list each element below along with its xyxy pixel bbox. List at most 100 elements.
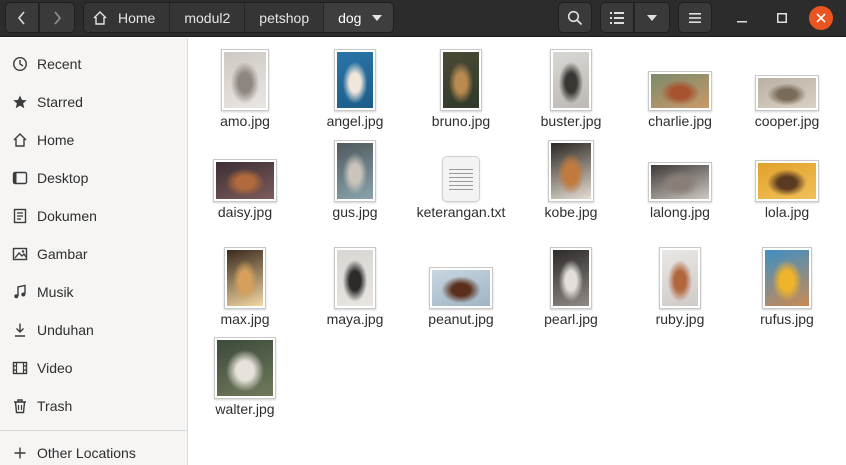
file-name: lalong.jpg: [650, 204, 710, 220]
chevron-down-icon: [647, 14, 657, 21]
file-item-cooper[interactable]: cooper.jpg: [735, 48, 839, 130]
file-item-gus[interactable]: gus.jpg: [303, 139, 407, 221]
list-view-button[interactable]: [600, 2, 634, 33]
sidebar-item-label: Desktop: [37, 170, 89, 186]
image-thumbnail: [334, 247, 376, 309]
file-item-amo[interactable]: amo.jpg: [193, 48, 297, 130]
forward-button[interactable]: [39, 2, 75, 33]
image-thumbnail: [755, 75, 819, 111]
sidebar-item-desktop[interactable]: Desktop: [0, 161, 187, 195]
file-name: peanut.jpg: [428, 311, 494, 327]
file-item-pearl[interactable]: pearl.jpg: [519, 246, 623, 328]
file-item-charlie[interactable]: charlie.jpg: [628, 48, 732, 130]
maximize-icon: [777, 13, 787, 23]
image-thumbnail: [334, 49, 376, 111]
file-name: keterangan.txt: [416, 204, 506, 220]
file-item-walter[interactable]: walter.jpg: [193, 336, 297, 418]
file-name: daisy.jpg: [217, 204, 273, 220]
file-name: max.jpg: [220, 311, 270, 327]
file-item-angel[interactable]: angel.jpg: [303, 48, 407, 130]
image-thumbnail: [550, 49, 592, 111]
close-button[interactable]: [809, 6, 833, 30]
file-grid: amo.jpg angel.jpg bruno.jpg buster.jpg c…: [189, 38, 846, 465]
file-item-rufus[interactable]: rufus.jpg: [735, 246, 839, 328]
file-name: rufus.jpg: [760, 311, 814, 327]
file-item-ruby[interactable]: ruby.jpg: [628, 246, 732, 328]
file-name: gus.jpg: [332, 204, 378, 220]
sidebar-item-musik[interactable]: Musik: [0, 275, 187, 309]
sidebar-divider: [0, 430, 187, 431]
list-view-icon: [610, 11, 624, 24]
file-name: cooper.jpg: [754, 113, 820, 129]
breadcrumb-dog[interactable]: dog: [324, 3, 394, 32]
sidebar-item-label: Dokumen: [37, 208, 97, 224]
sidebar-item-label: Musik: [37, 284, 74, 300]
chevron-right-icon: [54, 10, 62, 25]
text-file-icon: [442, 156, 480, 202]
sidebar-item-video[interactable]: Video: [0, 351, 187, 385]
breadcrumb-label: dog: [338, 9, 362, 26]
file-item-bruno[interactable]: bruno.jpg: [409, 48, 513, 130]
sidebar-item-trash[interactable]: Trash: [0, 389, 187, 423]
image-thumbnail: [429, 267, 493, 309]
sidebar-item-home[interactable]: Home: [0, 123, 187, 157]
music-icon: [12, 284, 28, 300]
file-item-buster[interactable]: buster.jpg: [519, 48, 623, 130]
file-item-keterangan[interactable]: keterangan.txt: [409, 139, 513, 221]
trash-icon: [12, 398, 28, 414]
file-name: amo.jpg: [220, 113, 270, 129]
file-name: ruby.jpg: [655, 311, 705, 327]
file-item-maya[interactable]: maya.jpg: [303, 246, 407, 328]
search-button[interactable]: [558, 2, 592, 33]
minimize-button[interactable]: [730, 6, 754, 30]
file-item-max[interactable]: max.jpg: [193, 246, 297, 328]
sidebar-item-label: Home: [37, 132, 75, 148]
document-icon: [12, 208, 28, 224]
image-thumbnail: [550, 247, 592, 309]
image-thumbnail: [548, 140, 594, 202]
sidebar-item-gambar[interactable]: Gambar: [0, 237, 187, 271]
breadcrumb-modul2[interactable]: modul2: [170, 3, 246, 32]
chevron-left-icon: [17, 10, 25, 25]
chevron-down-icon[interactable]: [371, 14, 383, 22]
sidebar-item-label: Trash: [37, 398, 73, 414]
search-icon: [567, 10, 583, 25]
sidebar-item-recent[interactable]: Recent: [0, 47, 187, 81]
desktop-icon: [12, 170, 28, 186]
image-thumbnail: [762, 247, 812, 309]
sidebar-item-starred[interactable]: Starred: [0, 85, 187, 119]
home-icon: [12, 132, 28, 148]
image-thumbnail: [659, 247, 701, 309]
file-item-lola[interactable]: lola.jpg: [735, 139, 839, 221]
star-icon: [12, 94, 28, 110]
view-options-button[interactable]: [634, 2, 670, 33]
sidebar: Recent Starred Home Desktop Dokumen Gamb…: [0, 38, 188, 465]
breadcrumb-label: Home: [118, 9, 156, 26]
sidebar-item-label: Recent: [37, 56, 82, 72]
sidebar-item-unduhan[interactable]: Unduhan: [0, 313, 187, 347]
file-name: lola.jpg: [764, 204, 810, 220]
file-name: angel.jpg: [326, 113, 384, 129]
minimize-icon: [737, 21, 747, 23]
breadcrumb-home[interactable]: Home: [84, 3, 171, 32]
file-item-kobe[interactable]: kobe.jpg: [519, 139, 623, 221]
file-name: pearl.jpg: [544, 311, 598, 327]
film-icon: [12, 360, 28, 376]
back-button[interactable]: [5, 2, 39, 33]
sidebar-item-other-locations[interactable]: Other Locations: [0, 436, 187, 465]
file-item-peanut[interactable]: peanut.jpg: [409, 246, 513, 328]
image-icon: [12, 246, 28, 262]
image-thumbnail: [213, 159, 277, 202]
close-icon: [816, 13, 826, 23]
sidebar-item-label: Unduhan: [37, 322, 94, 338]
image-thumbnail: [648, 162, 712, 202]
sidebar-item-dokumen[interactable]: Dokumen: [0, 199, 187, 233]
file-item-lalong[interactable]: lalong.jpg: [628, 139, 732, 221]
breadcrumb-label: petshop: [259, 9, 310, 26]
hamburger-menu-icon: [689, 12, 701, 23]
maximize-button[interactable]: [770, 6, 794, 30]
main-menu-button[interactable]: [678, 2, 712, 33]
breadcrumb-petshop[interactable]: petshop: [245, 3, 325, 32]
file-item-daisy[interactable]: daisy.jpg: [193, 139, 297, 221]
breadcrumb: Home modul2 petshop dog: [83, 2, 395, 33]
